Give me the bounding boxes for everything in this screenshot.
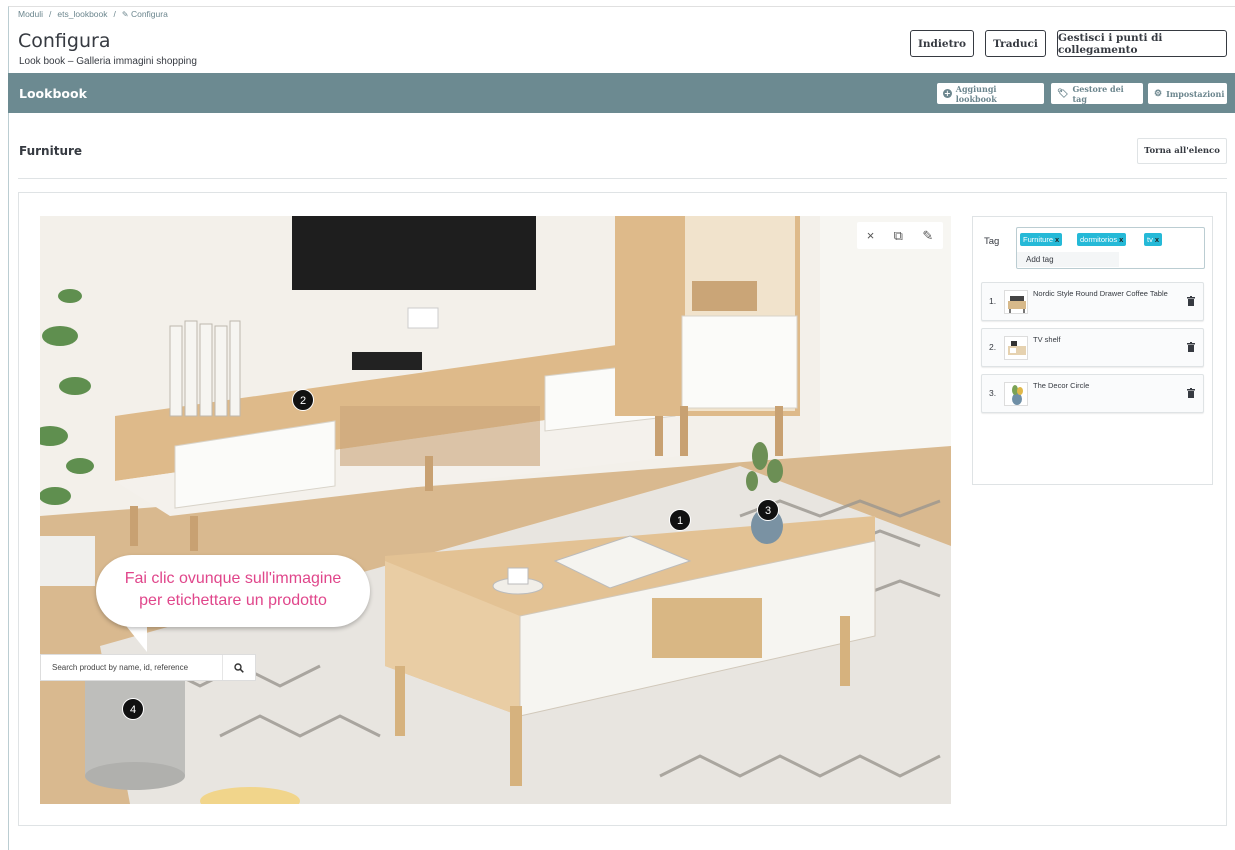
lookbook-image[interactable] [40, 216, 951, 804]
product-thumbnail [1004, 336, 1028, 360]
hint-bubble: Fai clic ovunque sull'immagine per etich… [96, 555, 370, 627]
product-search-input[interactable]: Search product by name, id, reference [41, 663, 222, 672]
wrench-icon: ✎ [121, 10, 129, 19]
back-to-list-button[interactable]: Torna all'elenco [1137, 138, 1227, 164]
product-search-box[interactable]: Search product by name, id, reference [40, 654, 256, 681]
search-icon[interactable] [222, 655, 255, 680]
tagged-product-row[interactable]: 3. The Decor Circle [981, 374, 1204, 413]
tag-chip: tv x [1144, 233, 1163, 246]
remove-tag-icon[interactable]: x [1155, 235, 1159, 244]
divider [18, 178, 1227, 179]
settings-button[interactable]: ⚙ Impostazioni [1148, 83, 1227, 104]
image-toolbar: × ⧉ ✎ [857, 222, 943, 249]
product-number: 1. [989, 296, 997, 306]
remove-tag-icon[interactable]: x [1119, 235, 1123, 244]
back-button[interactable]: Indietro [910, 30, 974, 57]
product-name: TV shelf [1033, 335, 1061, 344]
product-marker-4[interactable]: 4 [122, 698, 144, 720]
product-thumbnail [1004, 382, 1028, 406]
gear-icon: ⚙ [1154, 88, 1163, 99]
trash-icon[interactable] [1187, 296, 1195, 306]
breadcrumb-current: Configura [130, 9, 168, 19]
hint-line-1: Fai clic ovunque sull'immagine [124, 570, 342, 587]
product-marker-1[interactable]: 1 [669, 509, 691, 531]
product-thumbnail [1004, 290, 1028, 314]
lookbook-title: Lookbook [19, 86, 87, 101]
plus-circle-icon: + [943, 88, 952, 98]
page-title: Configura [18, 30, 111, 52]
copy-icon[interactable]: ⧉ [894, 228, 903, 244]
breadcrumb-separator: / [113, 9, 116, 19]
tag-chip: Furniture x [1020, 233, 1063, 246]
add-lookbook-label: Aggiungi lookbook [955, 83, 997, 104]
tagged-product-row[interactable]: 1. Nordic Style Round Drawer Coffee Tabl… [981, 282, 1204, 321]
room-illustration [40, 216, 951, 804]
breadcrumb-separator: / [49, 9, 52, 19]
tag-label: Tag [984, 236, 1000, 247]
tag-manager-label: Gestore dei tag [1072, 83, 1124, 104]
manage-hooks-button[interactable]: Gestisci i punti di collegamento [1057, 30, 1227, 57]
tag-manager-button[interactable]: 🏷 Gestore dei tag [1051, 83, 1143, 104]
product-number: 2. [989, 342, 997, 352]
product-marker-3[interactable]: 3 [757, 499, 779, 521]
tag-chip-label: Furniture [1023, 235, 1054, 244]
translate-button[interactable]: Traduci [985, 30, 1046, 57]
tag-chip-label: dormitorios [1080, 235, 1118, 244]
tagged-product-row[interactable]: 2. TV shelf [981, 328, 1204, 367]
tag-chip-label: tv [1147, 235, 1153, 244]
add-lookbook-button[interactable]: + Aggiungi lookbook [937, 83, 1044, 104]
tags-icon: 🏷 [1057, 88, 1069, 99]
hint-line-2: per etichettare un prodotto [139, 592, 327, 609]
breadcrumb-module[interactable]: ets_lookbook [57, 9, 107, 19]
settings-label: Impostazioni [1166, 88, 1225, 99]
lookbook-toolbar: Lookbook + Aggiungi lookbook 🏷 Gestore d… [8, 73, 1235, 113]
product-marker-2[interactable]: 2 [292, 389, 314, 411]
product-name: Nordic Style Round Drawer Coffee Table [1033, 289, 1168, 298]
product-number: 3. [989, 388, 997, 398]
page-subtitle: Look book – Galleria immagini shopping [19, 56, 197, 67]
breadcrumb-modules[interactable]: Moduli [18, 9, 43, 19]
remove-tag-icon[interactable]: x [1055, 235, 1059, 244]
lookbook-name: Furniture [19, 144, 83, 158]
tag-chip: dormitorios x [1077, 233, 1127, 246]
close-icon[interactable]: × [867, 228, 875, 243]
trash-icon[interactable] [1187, 388, 1195, 398]
trash-icon[interactable] [1187, 342, 1195, 352]
product-name: The Decor Circle [1033, 381, 1090, 390]
add-tag-input[interactable]: Add tag [1017, 252, 1119, 267]
breadcrumb: Moduli / ets_lookbook / ✎ Configura [18, 9, 168, 19]
edit-icon[interactable]: ✎ [922, 228, 933, 244]
